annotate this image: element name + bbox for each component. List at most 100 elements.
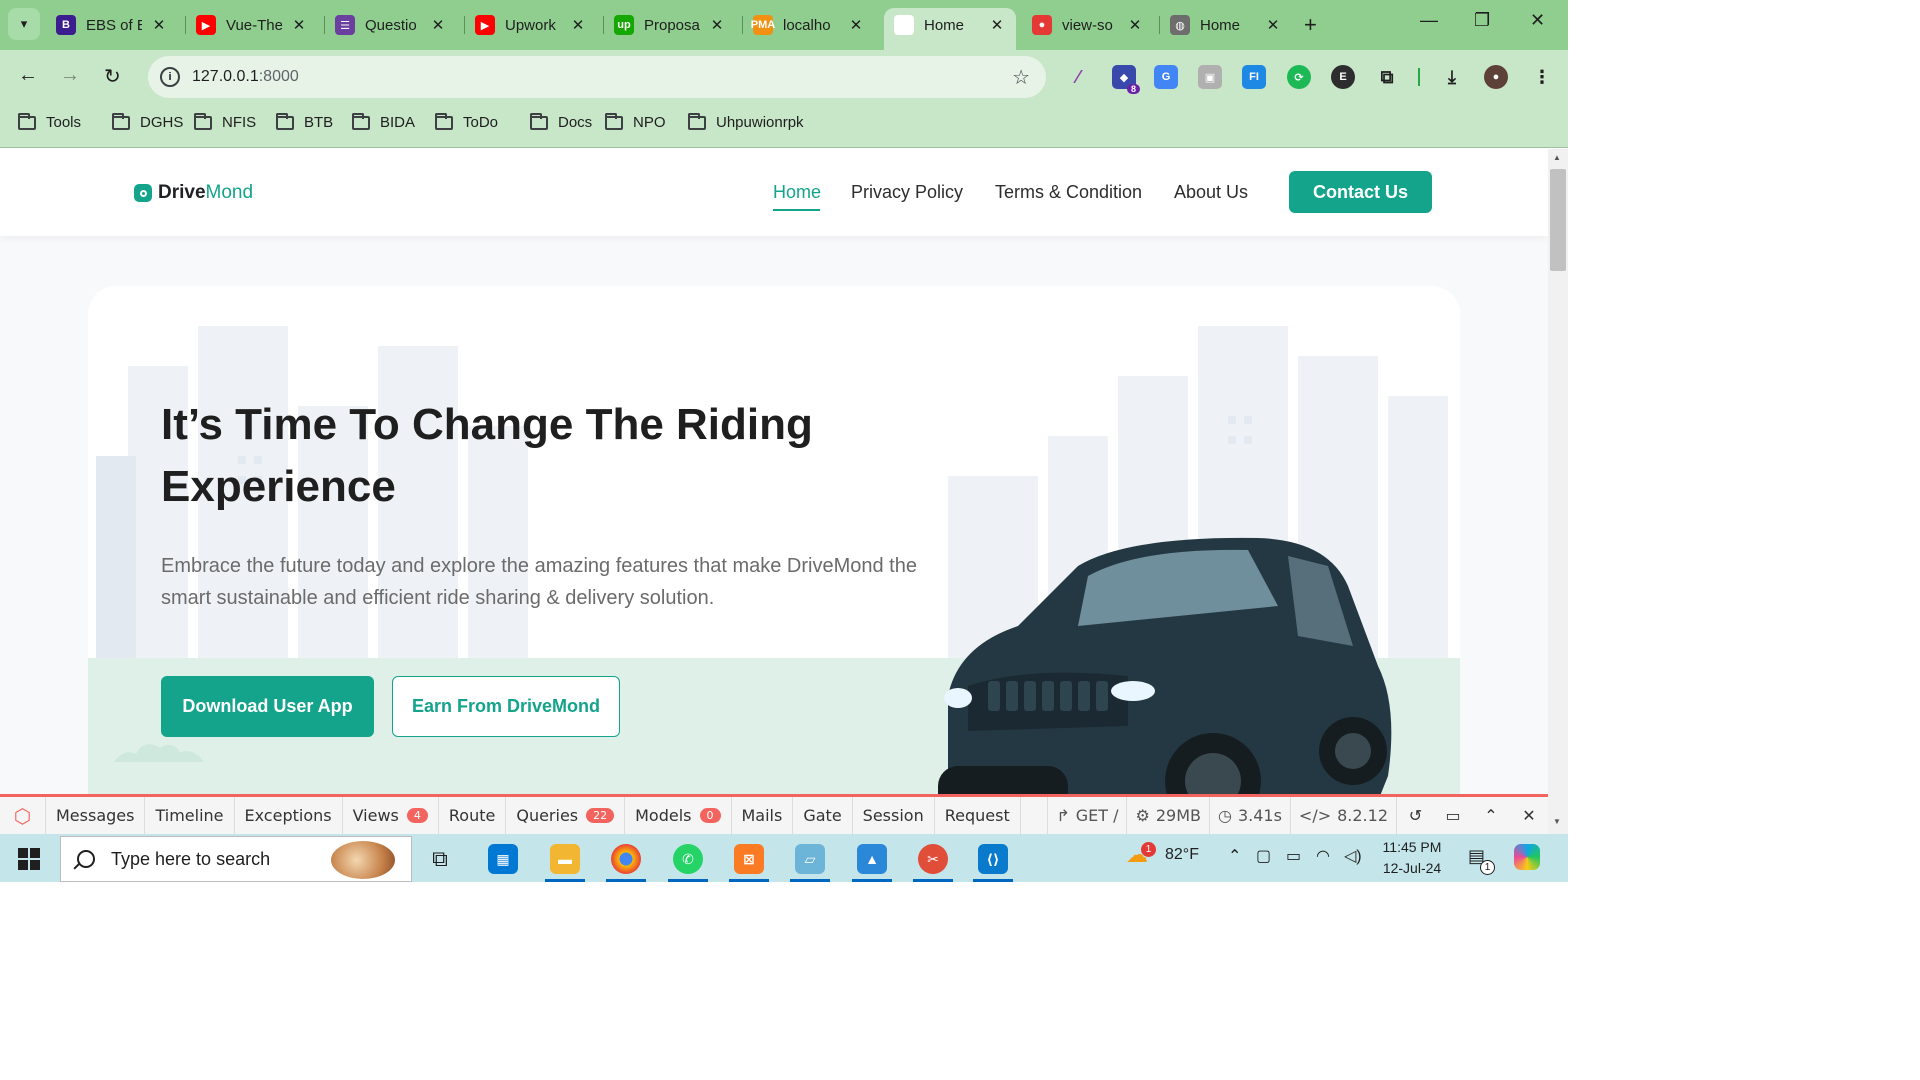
- debugbar-tab[interactable]: Queries 22: [506, 797, 626, 834]
- close-tab-icon[interactable]: ✕: [1264, 16, 1282, 34]
- translate-extension-icon[interactable]: G: [1154, 65, 1178, 89]
- wifi-icon[interactable]: ◠: [1316, 846, 1330, 866]
- nav-terms-condition[interactable]: Terms & Condition: [995, 182, 1142, 203]
- extensions-puzzle-icon[interactable]: ⧉: [1375, 65, 1399, 89]
- browser-tab[interactable]: up Proposa ✕: [604, 8, 736, 42]
- bookmark-folder[interactable]: DGHS: [112, 112, 183, 131]
- close-tab-icon[interactable]: ✕: [847, 16, 865, 34]
- pen-extension-icon[interactable]: ⁄: [1066, 65, 1090, 89]
- bookmark-folder[interactable]: BIDA: [352, 112, 415, 131]
- notepad-icon[interactable]: ▱: [790, 840, 830, 882]
- browser-tab[interactable]: ▶ Upwork ✕: [465, 8, 597, 42]
- reload-button[interactable]: ↻: [104, 64, 121, 89]
- fi-extension-icon[interactable]: FI: [1242, 65, 1266, 89]
- chevron-up-tray-icon[interactable]: ⌃: [1228, 846, 1241, 866]
- battery-icon[interactable]: ▭: [1286, 846, 1301, 866]
- debugbar-tab[interactable]: Gate: [793, 797, 853, 834]
- nav-home[interactable]: Home: [773, 182, 821, 203]
- debugbar-tab[interactable]: Views 4: [343, 797, 439, 834]
- e-extension-icon[interactable]: E: [1331, 65, 1355, 89]
- bookmark-folder[interactable]: NPO: [605, 112, 666, 131]
- debugbar-tab[interactable]: Mails: [732, 797, 794, 834]
- volume-icon[interactable]: ◁): [1344, 846, 1362, 866]
- download-user-app-button[interactable]: Download User App: [161, 676, 374, 737]
- tab-search-button[interactable]: ▾: [8, 8, 40, 40]
- debugbar-time[interactable]: ◷ 3.41s: [1208, 797, 1290, 834]
- forward-button[interactable]: →: [60, 64, 80, 87]
- chevron-up-icon[interactable]: ⌃: [1472, 797, 1510, 834]
- nav-about-us[interactable]: About Us: [1174, 182, 1248, 203]
- open-folder-icon[interactable]: ▭: [1434, 797, 1472, 834]
- screenshot-extension-icon[interactable]: ▣: [1198, 65, 1222, 89]
- weather-temperature[interactable]: 82°F: [1165, 846, 1199, 864]
- browser-tab[interactable]: ◍ Home ✕: [1160, 8, 1292, 42]
- photos-icon[interactable]: ▲: [852, 840, 892, 882]
- drivemond-logo[interactable]: Drive Mond: [134, 182, 253, 204]
- scrollbar-thumb[interactable]: [1550, 169, 1566, 271]
- profile-avatar[interactable]: ●: [1484, 65, 1508, 89]
- bookmark-folder[interactable]: ToDo: [435, 112, 498, 131]
- browser-tab[interactable]: ● view-so ✕: [1022, 8, 1154, 42]
- debugbar-tab[interactable]: Session: [853, 797, 935, 834]
- browser-tab[interactable]: B EBS of E ✕: [46, 8, 178, 42]
- system-clock[interactable]: 11:45 PM 12-Jul-24: [1380, 837, 1444, 879]
- restore-button[interactable]: ❐: [1474, 10, 1490, 31]
- contact-us-button[interactable]: Contact Us: [1289, 171, 1432, 213]
- address-bar[interactable]: i 127.0.0.1:8000 ☆: [148, 56, 1046, 98]
- earn-from-drivemond-button[interactable]: Earn From DriveMond: [392, 676, 620, 737]
- back-button[interactable]: ←: [18, 64, 38, 87]
- snipping-tool-icon[interactable]: ✂: [913, 840, 953, 882]
- url-text[interactable]: 127.0.0.1:8000: [192, 68, 299, 86]
- browser-tab[interactable]: PMA localho ✕: [743, 8, 875, 42]
- debugbar-tab[interactable]: Route: [439, 797, 507, 834]
- task-view-icon[interactable]: ⧉: [420, 840, 460, 878]
- close-tab-icon[interactable]: ✕: [569, 16, 587, 34]
- browser-tab[interactable]: ☰ Questio ✕: [325, 8, 457, 42]
- site-info-icon[interactable]: i: [160, 67, 180, 87]
- nav-privacy-policy[interactable]: Privacy Policy: [851, 182, 963, 203]
- debugbar-php-version[interactable]: </> 8.2.12: [1289, 797, 1396, 834]
- bookmark-folder[interactable]: BTB: [276, 112, 333, 131]
- bookmark-folder[interactable]: NFIS: [194, 112, 256, 131]
- bookmark-folder[interactable]: Docs: [530, 112, 592, 131]
- close-tab-icon[interactable]: ✕: [429, 16, 447, 34]
- close-tab-icon[interactable]: ✕: [1126, 16, 1144, 34]
- laravel-logo-icon[interactable]: ⬡: [0, 797, 46, 834]
- close-debugbar-icon[interactable]: ✕: [1510, 797, 1548, 834]
- microsoft-store-icon[interactable]: ▦: [483, 840, 523, 878]
- file-explorer-icon[interactable]: ▬: [545, 840, 585, 882]
- vscode-icon[interactable]: ⟨⟩: [973, 840, 1013, 882]
- debugbar-request-method[interactable]: ↱ GET /: [1047, 797, 1126, 834]
- chrome-taskbar-icon[interactable]: [606, 840, 646, 882]
- xampp-icon[interactable]: ⊠: [729, 840, 769, 882]
- whatsapp-icon[interactable]: ✆: [668, 840, 708, 882]
- browser-menu-icon[interactable]: ⋮: [1530, 65, 1554, 89]
- bookmark-star-icon[interactable]: ☆: [1012, 65, 1030, 90]
- taskbar-search-box[interactable]: Type here to search: [60, 836, 412, 882]
- debugbar-tab[interactable]: Models 0: [625, 797, 732, 834]
- debugbar-tab[interactable]: Request: [935, 797, 1021, 834]
- minimize-button[interactable]: —: [1420, 10, 1438, 31]
- debugbar-tab[interactable]: Messages: [46, 797, 146, 834]
- sync-extension-icon[interactable]: ⟳: [1287, 65, 1311, 89]
- download-icon[interactable]: ⤓: [1440, 65, 1464, 89]
- close-tab-icon[interactable]: ✕: [150, 16, 168, 34]
- meet-now-icon[interactable]: ▢: [1256, 846, 1271, 866]
- browser-tab[interactable]: Home ✕: [884, 8, 1016, 50]
- close-tab-icon[interactable]: ✕: [988, 16, 1006, 34]
- close-window-button[interactable]: ✕: [1530, 10, 1545, 31]
- bookmark-folder[interactable]: Uhpuwionrpk: [688, 112, 804, 131]
- scroll-up-arrow-icon[interactable]: ▲: [1553, 153, 1561, 162]
- browser-tab[interactable]: ▶ Vue-The ✕: [186, 8, 318, 42]
- history-icon[interactable]: ↺: [1396, 797, 1434, 834]
- windows-start-icon[interactable]: [18, 848, 40, 870]
- bookmark-folder[interactable]: Tools: [18, 112, 81, 131]
- debugbar-tab[interactable]: Timeline: [145, 797, 235, 834]
- debugbar-tab[interactable]: Exceptions: [235, 797, 343, 834]
- close-tab-icon[interactable]: ✕: [290, 16, 308, 34]
- new-tab-button[interactable]: +: [1304, 12, 1317, 38]
- shield-extension-icon[interactable]: ◆ 8: [1112, 65, 1140, 94]
- scroll-down-arrow-icon[interactable]: ▼: [1553, 817, 1561, 826]
- page-scrollbar[interactable]: ▲ ▼: [1548, 149, 1568, 834]
- debugbar-memory[interactable]: ⚙ 29MB: [1126, 797, 1208, 834]
